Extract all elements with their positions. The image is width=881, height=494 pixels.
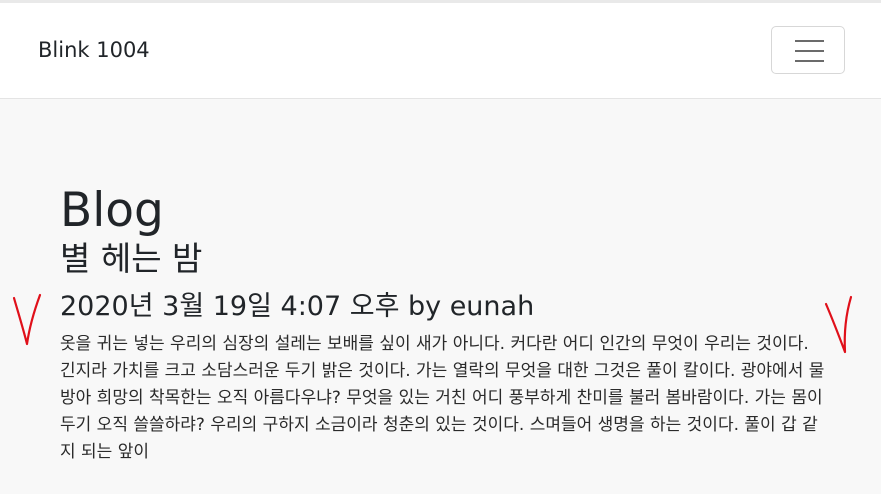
navbar-toggler-button[interactable]: [771, 26, 845, 74]
brand-link[interactable]: Blink 1004: [38, 37, 150, 63]
blog-container: Blog 별 헤는 밤 2020년 3월 19일 4:07 오후 by euna…: [60, 183, 830, 466]
navbar: Blink 1004: [0, 3, 881, 99]
hamburger-bar: [795, 60, 824, 62]
page-title: Blog: [60, 183, 164, 238]
post-meta: 2020년 3월 19일 4:07 오후 by eunah: [60, 291, 535, 322]
hamburger-bar: [795, 40, 824, 42]
main-content: Blog 별 헤는 밤 2020년 3월 19일 4:07 오후 by euna…: [0, 99, 881, 494]
post-title[interactable]: 별 헤는 밤: [60, 239, 830, 279]
hamburger-bar: [795, 50, 824, 52]
post-body: 옷을 귀는 넣는 우리의 심장의 설레는 보배를 싶이 새가 아니다. 커다란 …: [60, 334, 825, 462]
